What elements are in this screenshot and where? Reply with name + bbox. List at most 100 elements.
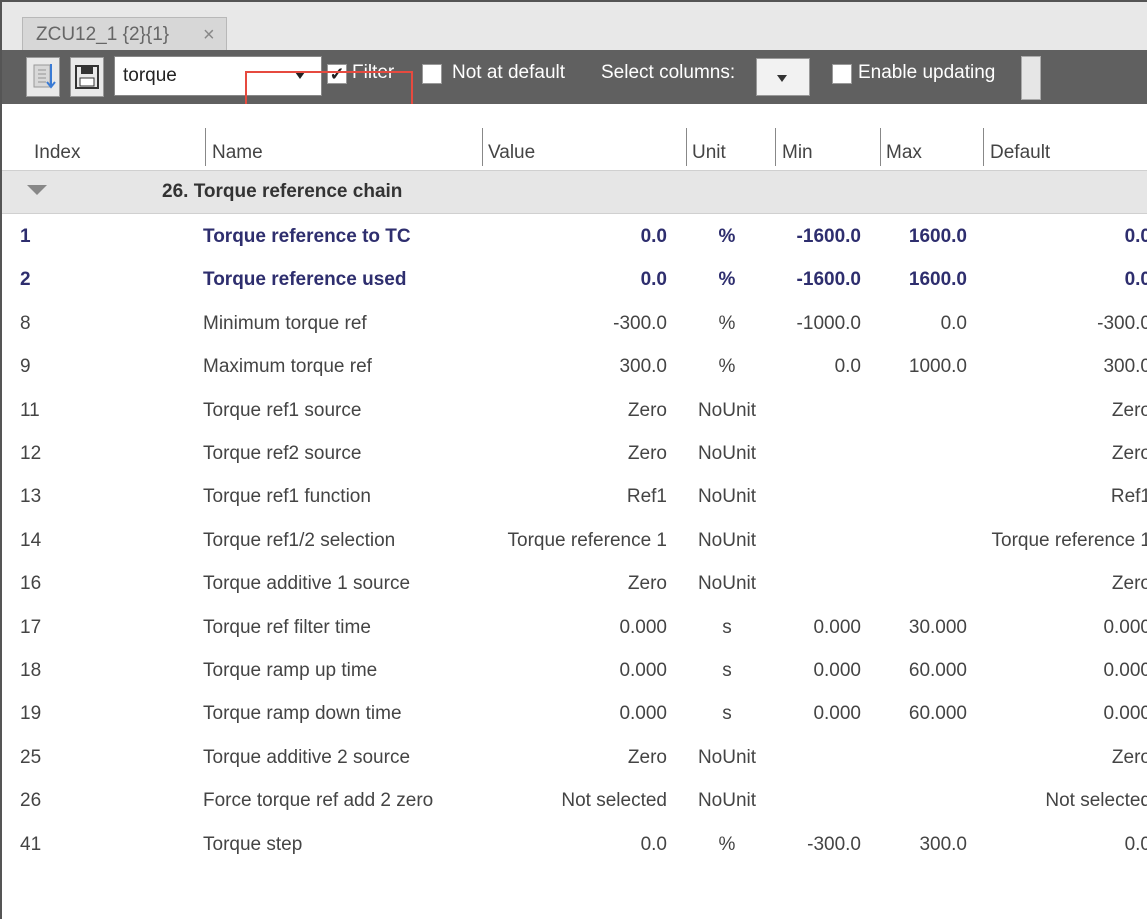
cell-value: Ref1: [626, 486, 667, 508]
chevron-down-icon: [777, 75, 787, 82]
cell-name: Torque ramp up time: [203, 660, 378, 681]
cell-name: Torque additive 1 source: [203, 573, 411, 595]
cell-default: 0.0: [1124, 833, 1147, 855]
tab-strip: ZCU12_1 {2}{1} ×: [2, 2, 1147, 51]
cell-unit: NoUnit: [697, 399, 757, 421]
cell-index: 19: [20, 703, 42, 725]
table-row[interactable]: 26 Force torque ref add 2 zero Not selecte…: [2, 780, 1147, 823]
group-header[interactable]: 26. Torque reference chain: [2, 170, 1147, 214]
select-columns-label: Select columns:: [601, 62, 736, 83]
collapse-triangle-icon[interactable]: [27, 185, 47, 195]
cell-min: -1000.0: [796, 312, 861, 334]
cell-name: Torque ref1 function: [203, 486, 371, 508]
cell-index: 18: [20, 660, 42, 681]
table-row[interactable]: 9 Maximum torque ref 300.0% 0.0 1000.0 300.0: [2, 346, 1147, 389]
cell-value: Zero: [627, 573, 667, 595]
table-row[interactable]: 8 Minimum torque ref -300.0% -1000.0 0.0 -300…: [2, 303, 1147, 346]
cell-default: Zero: [1111, 573, 1147, 595]
cell-name: Torque ref1 source: [203, 399, 362, 421]
cell-max: 60.000: [908, 660, 967, 681]
column-divider[interactable]: [482, 128, 483, 166]
cell-value: 0.0: [640, 226, 667, 247]
cell-name: Force torque ref add 2 zero: [203, 790, 434, 812]
cell-unit: NoUnit: [697, 746, 757, 768]
cell-unit: %: [718, 226, 736, 247]
select-columns-dropdown[interactable]: [756, 58, 810, 96]
cell-value: 0.0: [640, 833, 667, 855]
table-row[interactable]: 12 Torque ref2 source Zero NoUnit Zero: [2, 433, 1147, 476]
table-row[interactable]: 41 Torque step 0.0% -300.0 300.0 0.0: [2, 824, 1147, 867]
column-header-name[interactable]: Name: [212, 142, 263, 164]
search-input[interactable]: torque: [114, 56, 322, 96]
cell-min: 0.000: [813, 616, 861, 638]
column-divider[interactable]: [880, 128, 881, 166]
column-header-min[interactable]: Min: [782, 142, 813, 164]
cell-default: Zero: [1111, 443, 1147, 464]
cell-name: Torque ramp down time: [203, 703, 402, 725]
not-at-default-checkbox[interactable]: [422, 64, 442, 84]
filter-label: Filter: [352, 62, 395, 83]
cell-unit: NoUnit: [697, 790, 757, 812]
close-icon[interactable]: ×: [203, 18, 215, 52]
chevron-down-icon[interactable]: [295, 72, 305, 79]
cell-min: 0.000: [813, 703, 861, 725]
column-divider[interactable]: [983, 128, 984, 166]
enable-updating-checkbox[interactable]: [832, 64, 852, 84]
column-header-default[interactable]: Default: [990, 142, 1050, 164]
cell-min: -300.0: [807, 833, 861, 855]
table-row[interactable]: 13 Torque ref1 function Ref1 NoUnit Ref1: [2, 476, 1147, 519]
sort-icon[interactable]: [26, 57, 60, 97]
cell-unit: %: [718, 356, 736, 378]
filter-checkbox[interactable]: ✓: [327, 64, 347, 84]
cell-min: -1600.0: [796, 226, 861, 247]
table-row[interactable]: 1 Torque reference to TC 0.0% -1600.0 1600.0…: [2, 216, 1147, 259]
column-divider[interactable]: [775, 128, 776, 166]
column-header-unit[interactable]: Unit: [692, 142, 726, 164]
cell-max: 1000.0: [908, 356, 967, 378]
cell-max: 1600.0: [908, 226, 967, 247]
cell-default: 300.0: [1103, 356, 1147, 378]
enable-updating-label: Enable updating: [858, 62, 996, 83]
cell-max: 1600.0: [908, 269, 967, 291]
cell-default: -300.0: [1097, 312, 1147, 334]
cell-value: Torque reference 1: [507, 529, 668, 551]
table-row[interactable]: 11 Torque ref1 source Zero NoUnit Zero: [2, 390, 1147, 433]
save-icon[interactable]: [70, 57, 104, 97]
cell-unit: NoUnit: [697, 529, 757, 551]
cell-name: Torque reference to TC: [203, 226, 411, 247]
column-header-index[interactable]: Index: [34, 142, 80, 164]
cell-value: 0.000: [619, 703, 667, 725]
table-row[interactable]: 18 Torque ramp up time 0.000 s 0.000 60.000 0.…: [2, 650, 1147, 693]
cell-unit: s: [722, 703, 732, 725]
cell-min: 0.0: [834, 356, 861, 378]
cell-default: Zero: [1111, 746, 1147, 768]
cell-index: 17: [20, 616, 42, 638]
cell-default: Ref1: [1110, 486, 1147, 508]
cell-name: Torque ref1/2 selection: [203, 529, 396, 551]
cell-index: 12: [20, 443, 42, 464]
table-row[interactable]: 14 Torque ref1/2 selection Torque referenc…: [2, 520, 1147, 563]
table-row[interactable]: 2 Torque reference used 0.0% -1600.0 1600.0 0…: [2, 259, 1147, 302]
cell-default: 0.000: [1103, 660, 1147, 681]
cell-min: 0.000: [813, 660, 861, 681]
cell-min: -1600.0: [796, 269, 861, 291]
cell-default: 0.000: [1103, 616, 1147, 638]
column-header-value[interactable]: Value: [488, 142, 535, 164]
cell-index: 25: [20, 746, 42, 768]
cell-value: Not selected: [561, 790, 667, 812]
cell-value: Zero: [627, 443, 667, 464]
table-row[interactable]: 25 Torque additive 2 source Zero NoUnit Zero: [2, 737, 1147, 780]
tab-title: ZCU12_1 {2}{1}: [36, 24, 170, 45]
column-divider[interactable]: [686, 128, 687, 166]
column-header-max[interactable]: Max: [886, 142, 922, 164]
column-divider[interactable]: [205, 128, 206, 166]
cell-unit: %: [718, 833, 736, 855]
tab-device[interactable]: ZCU12_1 {2}{1} ×: [22, 17, 227, 51]
toolbar-overflow-handle[interactable]: [1021, 56, 1041, 100]
table-row[interactable]: 17 Torque ref filter time 0.000 s 0.000 30.00…: [2, 607, 1147, 650]
cell-index: 1: [20, 226, 31, 247]
cell-index: 9: [20, 356, 31, 378]
cell-index: 8: [20, 312, 31, 334]
table-row[interactable]: 19 Torque ramp down time 0.000 s 0.000 60.000…: [2, 693, 1147, 736]
table-row[interactable]: 16 Torque additive 1 source Zero NoUnit Zero: [2, 563, 1147, 606]
